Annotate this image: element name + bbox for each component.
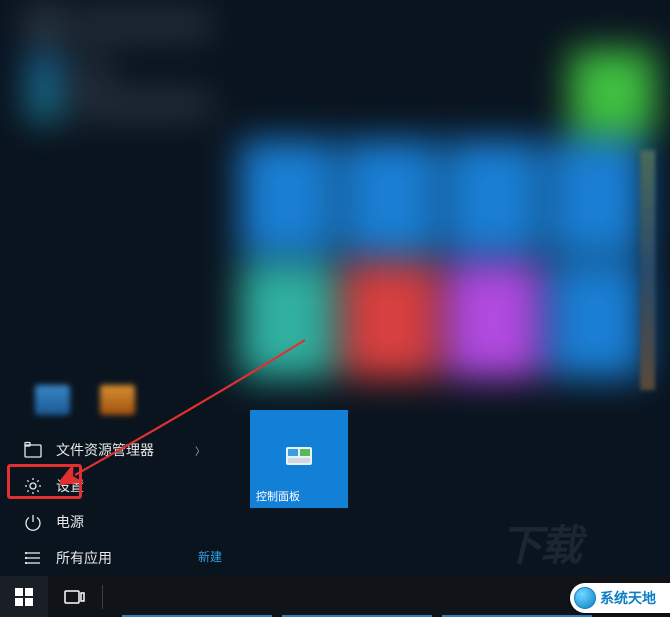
start-button[interactable] [0,576,48,617]
nav-label: 文件资源管理器 [56,440,154,460]
nav-power[interactable]: 电源 [10,504,225,540]
badge-orb-icon [574,587,596,609]
nav-label: 设置 [56,476,84,496]
start-menu-left-nav: 文件资源管理器 〉 设置 电源 [10,432,225,576]
windows-logo-icon [15,588,33,606]
desktop-edge [640,150,655,390]
chevron-right-icon: 〉 [195,443,205,458]
tile-label: 控制面板 [256,488,300,504]
control-panel-icon [284,441,314,471]
tile-control-panel[interactable]: 控制面板 [250,410,348,508]
folder-icon [100,385,135,415]
folder-icon [35,385,70,415]
badge-text: 系统天地 [600,588,656,608]
watermark-badge: 系统天地 [570,583,670,613]
nav-file-explorer[interactable]: 文件资源管理器 〉 [10,432,225,468]
nav-settings[interactable]: 设置 [10,468,225,504]
all-apps-icon [24,549,42,567]
nav-all-apps[interactable]: 所有应用 [10,540,225,576]
gear-icon [24,477,42,495]
nav-label: 电源 [56,512,84,532]
task-view-icon [63,588,85,606]
blurred-background [10,0,655,395]
section-label-new[interactable]: 新建 [198,548,222,565]
nav-label: 所有应用 [56,548,112,568]
start-tile-group: 控制面板 [250,410,348,508]
watermark-text: 下载 [500,512,580,573]
power-icon [24,513,42,531]
file-explorer-icon [24,441,42,459]
start-menu: 文件资源管理器 〉 设置 电源 [10,0,655,575]
task-view-button[interactable] [48,576,100,617]
taskbar-divider [102,585,103,609]
